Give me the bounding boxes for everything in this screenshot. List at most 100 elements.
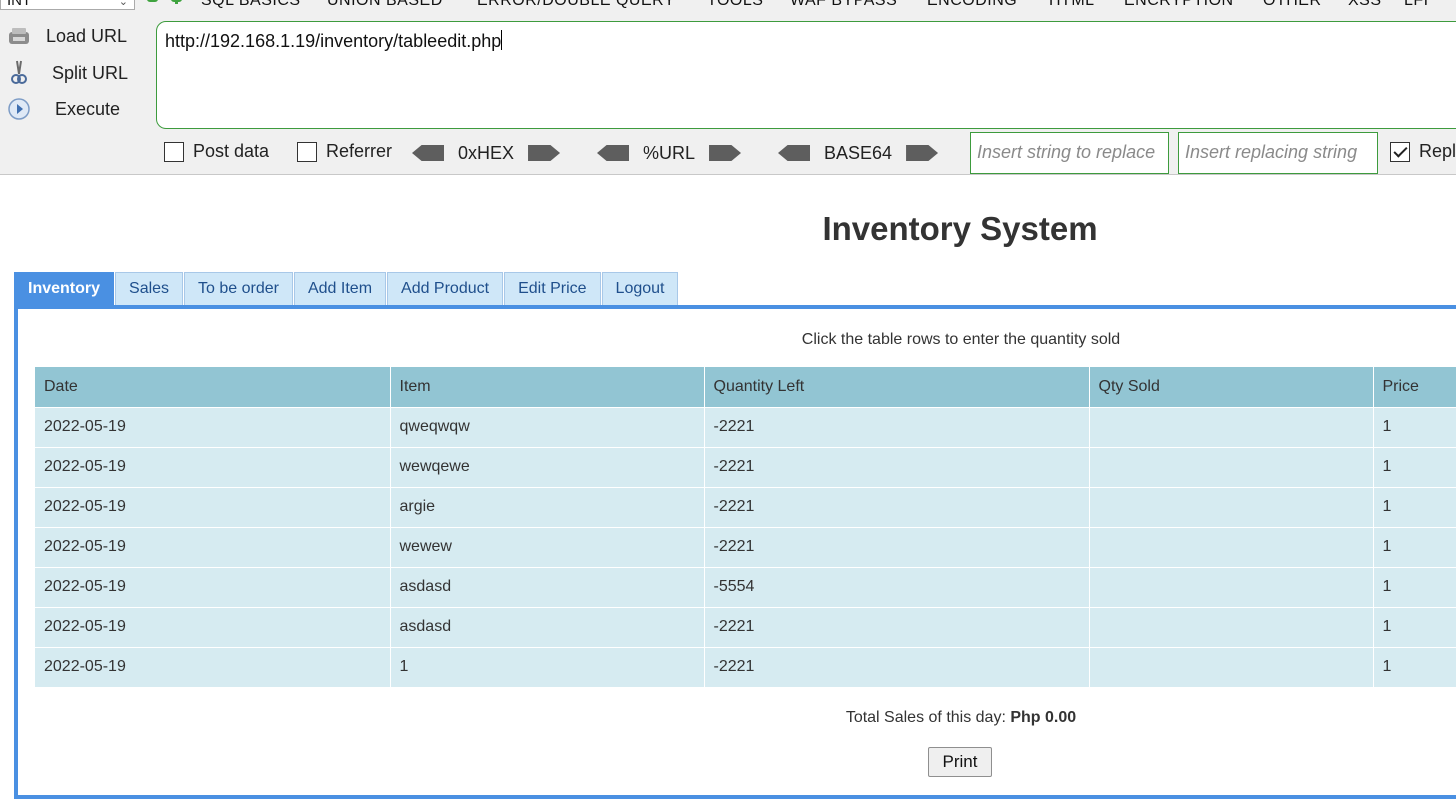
url-enc-label: %URL xyxy=(643,142,696,163)
total-sales-label: Total Sales of this day: xyxy=(845,709,1006,726)
cell-price: 1 xyxy=(1373,646,1456,687)
cell-qty-sold[interactable] xyxy=(1089,606,1374,647)
menu-tools[interactable]: TOOLS▾ xyxy=(707,0,769,10)
menu-label: SQL BASICS xyxy=(201,0,301,9)
caret-down-icon: ▾ xyxy=(1096,0,1101,2)
tab-edit-price[interactable]: Edit Price xyxy=(504,272,601,305)
tab-add-item[interactable]: Add Item xyxy=(293,272,387,305)
cell-date: 2022-05-19 xyxy=(35,646,391,687)
execute-button[interactable]: Execute xyxy=(6,95,146,123)
referrer-option[interactable]: Referrer xyxy=(297,141,392,162)
menu-sql-basics[interactable]: SQL BASICS▾ xyxy=(201,0,307,10)
arrow-left-icon[interactable] xyxy=(597,145,629,161)
cell-price: 1 xyxy=(1373,486,1456,527)
tab-to-be-order[interactable]: To be order xyxy=(184,272,293,305)
caret-down-icon: ▾ xyxy=(764,0,769,2)
insert-string-placeholder: Insert string to replace xyxy=(977,142,1156,162)
tab-inventory[interactable]: Inventory xyxy=(14,272,115,305)
menu-other[interactable]: OTHER▾ xyxy=(1263,0,1328,10)
print-button[interactable]: Print xyxy=(928,747,992,777)
split-url-button[interactable]: Split URL xyxy=(6,59,146,87)
table-row[interactable]: 2022-05-19 1 -2221 1 xyxy=(35,646,1456,687)
post-data-option[interactable]: Post data xyxy=(164,141,269,162)
tab-add-product[interactable]: Add Product xyxy=(387,272,504,305)
url-text: http://192.168.1.19/inventory/tableedit.… xyxy=(165,31,502,51)
menu-label: OTHER xyxy=(1263,0,1322,9)
url-textarea[interactable]: http://192.168.1.19/inventory/tableedit.… xyxy=(156,21,1456,129)
cell-price: 1 xyxy=(1373,526,1456,567)
menu-label: LFI xyxy=(1404,0,1429,9)
cell-price: 1 xyxy=(1373,606,1456,647)
menu-label: TOOLS xyxy=(707,0,764,9)
menu-encoding[interactable]: ENCODING▾ xyxy=(927,0,1023,10)
chevron-down-icon: ⌄ xyxy=(118,0,128,8)
table-row[interactable]: 2022-05-19 asdasd -2221 1 xyxy=(35,606,1456,647)
tab-sales[interactable]: Sales xyxy=(115,272,184,305)
insert-string-input[interactable]: Insert string to replace xyxy=(970,132,1169,174)
cell-item: qweqwqw xyxy=(390,406,705,447)
replace-all-label: Replace All xyxy=(1419,141,1456,161)
header-date: Date xyxy=(35,367,391,407)
table-row[interactable]: 2022-05-19 wewqewe -2221 1 xyxy=(35,446,1456,487)
cell-item: argie xyxy=(390,486,705,527)
table-row[interactable]: 2022-05-19 wewew -2221 1 xyxy=(35,526,1456,567)
arrow-right-icon[interactable] xyxy=(906,145,939,161)
table-row[interactable]: 2022-05-19 argie -2221 1 xyxy=(35,486,1456,527)
menu-encryption[interactable]: ENCRYPTION▾ xyxy=(1124,0,1240,10)
cell-quantity-left: -2221 xyxy=(704,646,1090,687)
menu-error-double-query[interactable]: ERROR/DOUBLE QUERY▾ xyxy=(477,0,681,10)
menu-union-based[interactable]: UNION BASED▾ xyxy=(327,0,449,10)
caret-down-icon: ▾ xyxy=(302,0,307,2)
sql-type-value: INT xyxy=(7,0,32,9)
replace-all-option[interactable]: Replace All xyxy=(1390,141,1456,162)
increase-icon[interactable] xyxy=(171,0,182,4)
hex-label: 0xHEX xyxy=(458,142,515,163)
arrow-right-icon[interactable] xyxy=(528,145,561,161)
table-row[interactable]: 2022-05-19 qweqwqw -2221 1 xyxy=(35,406,1456,447)
menu-waf-bypass[interactable]: WAF BYPASS▾ xyxy=(790,0,903,10)
load-url-label: Load URL xyxy=(46,25,128,46)
referrer-checkbox[interactable] xyxy=(297,141,317,162)
cell-quantity-left: -2221 xyxy=(704,606,1090,647)
cell-item: 1 xyxy=(390,646,705,687)
caret-down-icon: ▾ xyxy=(1018,0,1023,2)
base64-encoder: BASE64 xyxy=(778,141,939,165)
menu-html[interactable]: HTML▾ xyxy=(1049,0,1101,10)
cell-date: 2022-05-19 xyxy=(35,606,391,647)
decrease-icon[interactable] xyxy=(147,0,158,2)
cell-qty-sold[interactable] xyxy=(1089,646,1374,687)
menu-label: XSS xyxy=(1348,0,1382,9)
post-data-label: Post data xyxy=(193,141,270,161)
replace-all-checkbox[interactable] xyxy=(1390,141,1410,162)
load-url-icon xyxy=(6,24,32,48)
sql-type-select[interactable]: INT ⌄ xyxy=(0,0,135,10)
table-header-row: Date Item Quantity Left Qty Sold Price xyxy=(35,367,1456,407)
arrow-left-icon[interactable] xyxy=(778,145,810,161)
menu-xss[interactable]: XSS▾ xyxy=(1348,0,1388,10)
arrow-right-icon[interactable] xyxy=(709,145,742,161)
cell-qty-sold[interactable] xyxy=(1089,486,1374,527)
caret-down-icon: ▾ xyxy=(676,0,681,2)
load-url-button[interactable]: Load URL xyxy=(6,22,146,50)
inventory-panel: Click the table rows to enter the quanti… xyxy=(14,305,1456,799)
cell-qty-sold[interactable] xyxy=(1089,446,1374,487)
cell-quantity-left: -2221 xyxy=(704,446,1090,487)
url-encoder: %URL xyxy=(597,141,742,165)
play-icon xyxy=(6,97,32,121)
caret-down-icon: ▾ xyxy=(1235,0,1240,2)
cell-quantity-left: -2221 xyxy=(704,486,1090,527)
menu-label: ERROR/DOUBLE QUERY xyxy=(477,0,676,9)
tab-logout[interactable]: Logout xyxy=(601,272,679,305)
table-row[interactable]: 2022-05-19 asdasd -5554 1 xyxy=(35,566,1456,607)
menu-lfi[interactable]: LFI▾ xyxy=(1404,0,1435,10)
cell-qty-sold[interactable] xyxy=(1089,526,1374,567)
referrer-label: Referrer xyxy=(326,141,393,161)
replacing-string-input[interactable]: Insert replacing string xyxy=(1178,132,1378,174)
cell-price: 1 xyxy=(1373,566,1456,607)
hackbar-menu-bar: INT ⌄ SQL BASICS▾ UNION BASED▾ ERROR/DOU… xyxy=(0,0,1456,12)
arrow-left-icon[interactable] xyxy=(412,145,444,161)
cell-qty-sold[interactable] xyxy=(1089,406,1374,447)
base64-label: BASE64 xyxy=(824,142,893,163)
post-data-checkbox[interactable] xyxy=(164,141,184,162)
cell-qty-sold[interactable] xyxy=(1089,566,1374,607)
